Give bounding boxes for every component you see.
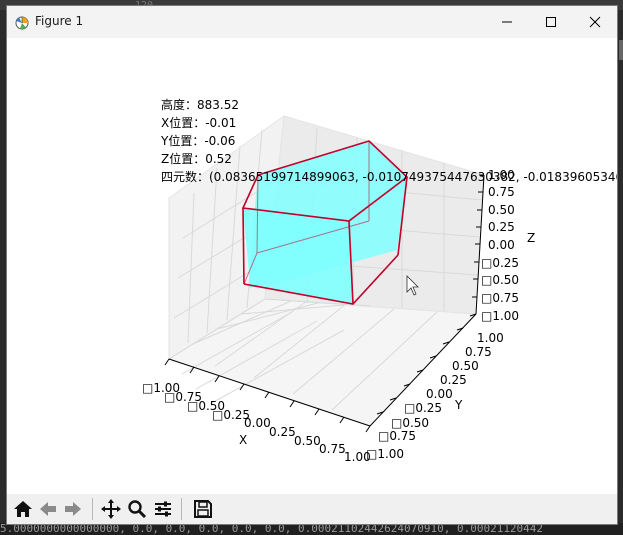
info-y-position: Y位置：-0.06: [160, 133, 235, 148]
info-height: 高度：883.52: [161, 97, 239, 112]
x-tick-label: 0.25: [269, 425, 296, 439]
forward-icon: [65, 502, 81, 516]
z-tick-label: □0.25: [481, 256, 519, 270]
y-tick-label: 1.00: [477, 331, 504, 345]
y-tick-label: 0.75: [465, 345, 492, 359]
info-z-position: Z位置：0.52: [161, 151, 232, 166]
z-tick-label: □0.50: [481, 273, 519, 287]
x-tick-label: 0.50: [294, 434, 321, 448]
info-x-position: X位置：-0.01: [161, 115, 236, 130]
zoom-icon: [128, 500, 147, 519]
navigation-toolbar: [7, 494, 617, 524]
configure-subplots-button[interactable]: [151, 497, 175, 521]
x-tick-label: 0.00: [244, 416, 271, 430]
y-tick-label: 0.50: [452, 359, 479, 373]
z-axis-label: Z: [527, 231, 535, 245]
y-axis-label: Y: [454, 398, 463, 412]
y-tick-label: □0.25: [404, 401, 442, 415]
x-axis-label: X: [239, 433, 247, 447]
close-icon: [589, 16, 601, 28]
y-tick-label: □0.75: [378, 429, 416, 443]
pan-button[interactable]: [99, 497, 123, 521]
z-tick-label: 0.00: [488, 238, 515, 252]
z-tick-label: 0.25: [488, 220, 515, 234]
home-button[interactable]: [11, 497, 35, 521]
home-icon: [14, 501, 32, 517]
z-tick-label: 0.75: [488, 185, 515, 199]
forward-button[interactable]: [61, 497, 85, 521]
figure-window: Figure 1 □1.00 □0.75 □0.50 □0.25 0.00 0.…: [6, 5, 623, 525]
minimize-icon: [502, 21, 512, 23]
toolbar-separator: [92, 498, 93, 520]
save-icon: [194, 500, 212, 518]
y-tick-label: 0.00: [426, 387, 453, 401]
back-icon: [40, 502, 56, 516]
maximize-icon: [546, 17, 556, 27]
title-bar[interactable]: Figure 1: [7, 6, 617, 38]
window-title: Figure 1: [35, 14, 84, 28]
pan-icon: [101, 499, 121, 519]
z-tick-label: 0.50: [488, 203, 515, 217]
info-quaternion: 四元数：(0.08365199714899063, -0.01074937544…: [161, 169, 617, 184]
y-tick-label: □0.50: [391, 416, 429, 430]
figure-canvas[interactable]: □1.00 □0.75 □0.50 □0.25 0.00 0.25 0.50 0…: [7, 38, 623, 494]
maximize-button[interactable]: [529, 6, 573, 38]
toolbar-separator: [181, 498, 182, 520]
minimize-button[interactable]: [485, 6, 529, 38]
background-edge-mark: [619, 40, 623, 60]
zoom-button[interactable]: [125, 497, 149, 521]
3d-axes[interactable]: □1.00 □0.75 □0.50 □0.25 0.00 0.25 0.50 0…: [7, 38, 623, 494]
z-tick-label: □0.75: [481, 291, 519, 305]
matplotlib-app-icon: [13, 12, 33, 32]
y-tick-label: 0.25: [440, 373, 467, 387]
y-tick-label: □1.00: [366, 447, 404, 461]
configure-icon: [155, 501, 171, 517]
save-button[interactable]: [191, 497, 215, 521]
x-tick-label: 0.75: [319, 442, 346, 456]
back-button[interactable]: [36, 497, 60, 521]
z-tick-label: □1.00: [481, 309, 519, 323]
close-button[interactable]: [573, 6, 617, 38]
